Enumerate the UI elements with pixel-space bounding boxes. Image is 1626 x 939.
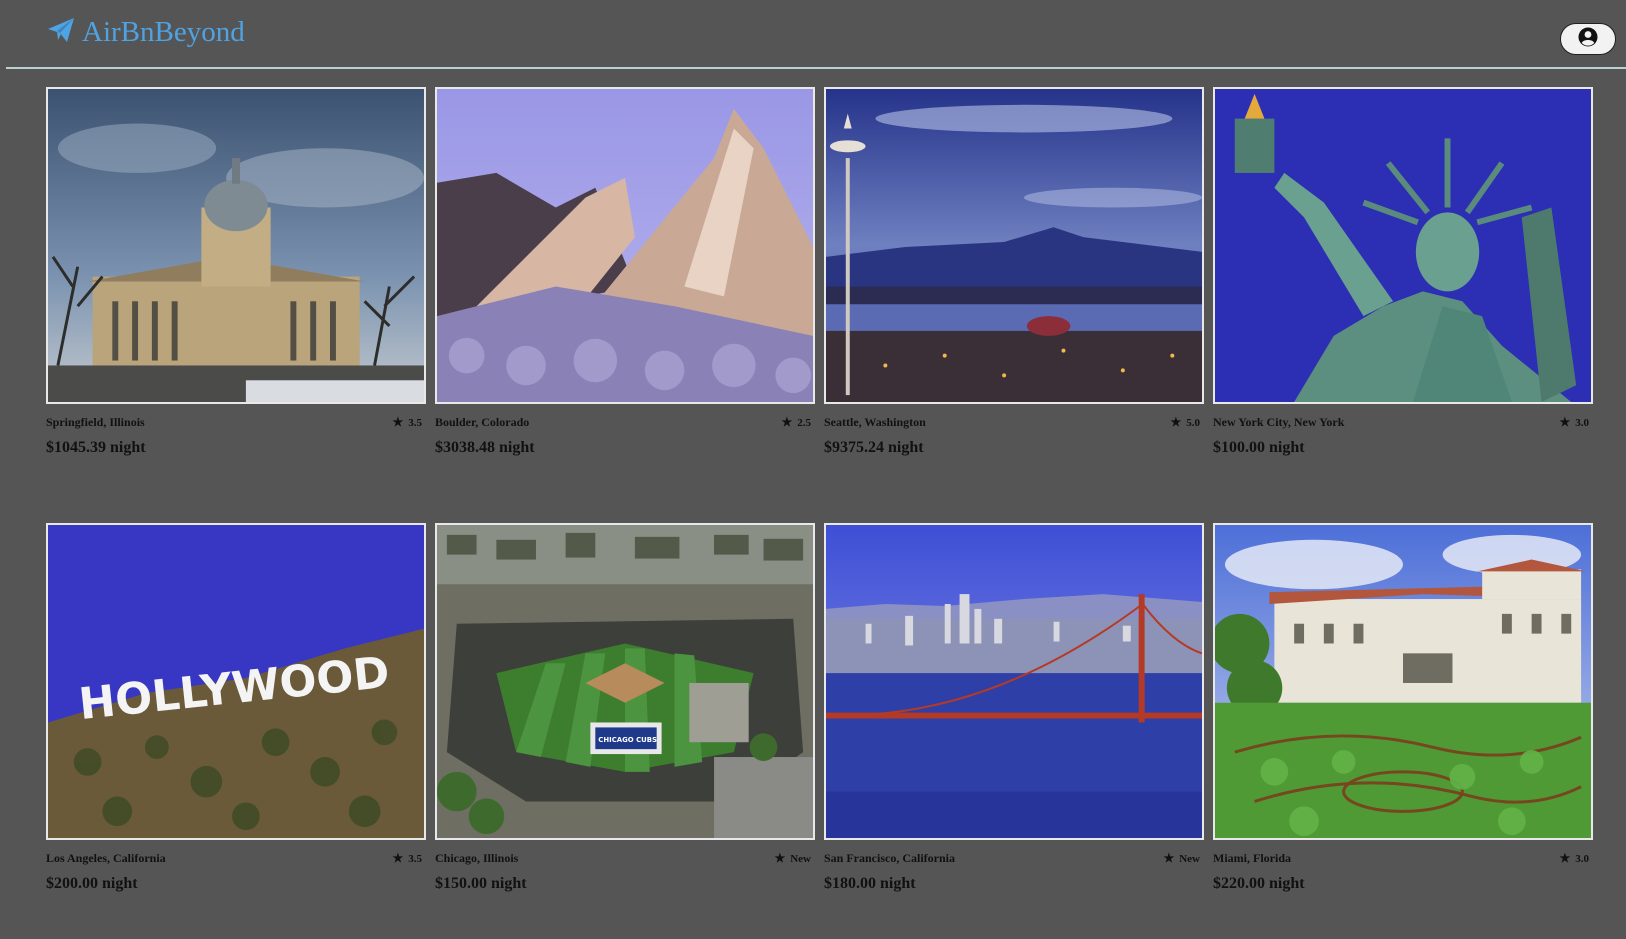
scoreboard-text: CHICAGO CUBS [598,736,657,744]
rating-value: 3.5 [408,416,422,429]
listing-card[interactable]: Miami, Florida ★ 3.0 $220.00 night [1213,523,1593,893]
listing-meta: San Francisco, California ★ New [824,851,1204,866]
star-icon: ★ [774,851,786,865]
listing-rating: ★ New [1163,851,1200,866]
app-title: AirBnBeyond [82,16,245,48]
listing-card[interactable]: Seattle, Washington ★ 5.0 $9375.24 night [824,87,1204,457]
listing-meta: Boulder, Colorado ★ 2.5 [435,415,815,430]
listing-meta: New York City, New York ★ 3.0 [1213,415,1593,430]
listing-location: New York City, New York [1213,415,1345,429]
listing-card[interactable]: HOLLYWOOD Los Angeles, California ★ 3.5 … [46,523,426,893]
listing-meta: Seattle, Washington ★ 5.0 [824,415,1204,430]
rating-value: 3.0 [1575,852,1589,865]
listing-rating: ★ 3.0 [1559,415,1589,430]
listing-location: Chicago, Illinois [435,851,519,865]
listing-location: Boulder, Colorado [435,415,530,429]
profile-button[interactable] [1560,23,1616,55]
listing-meta: Springfield, Illinois ★ 3.5 [46,415,426,430]
listing-photo[interactable]: CHICAGO CUBS [435,523,815,840]
star-icon: ★ [392,415,404,429]
listing-photo[interactable]: HOLLYWOOD [46,523,426,840]
listing-rating: ★ 5.0 [1170,415,1200,430]
listing-price: $3038.48 night [435,439,535,456]
listing-card[interactable]: CHICAGO CUBS Chicago, Illinois ★ New $15… [435,523,815,893]
listing-price: $150.00 night [435,875,527,892]
rating-value: New [790,852,811,865]
rating-value: 3.0 [1575,416,1589,429]
rating-value: 2.5 [797,416,811,429]
listing-rating: ★ 3.5 [392,851,422,866]
listing-price: $100.00 night [1213,439,1305,456]
star-icon: ★ [1559,415,1571,429]
listing-location: Springfield, Illinois [46,415,145,429]
paper-plane-icon [46,15,82,50]
listing-location: Seattle, Washington [824,415,926,429]
rating-value: New [1179,852,1200,865]
listing-rating: ★ 2.5 [781,415,811,430]
listing-card[interactable]: New York City, New York ★ 3.0 $100.00 ni… [1213,87,1593,457]
listing-price: $1045.39 night [46,439,146,456]
listing-photo[interactable] [46,87,426,404]
listing-location: San Francisco, California [824,851,955,865]
listing-price: $200.00 night [46,875,138,892]
listing-location: Miami, Florida [1213,851,1291,865]
listing-price: $9375.24 night [824,439,924,456]
listing-photo[interactable] [1213,523,1593,840]
listing-meta: Los Angeles, California ★ 3.5 [46,851,426,866]
listing-price: $180.00 night [824,875,916,892]
listing-price: $220.00 night [1213,875,1305,892]
star-icon: ★ [781,415,793,429]
rating-value: 5.0 [1186,416,1200,429]
star-icon: ★ [392,851,404,865]
listing-card[interactable]: Boulder, Colorado ★ 2.5 $3038.48 night [435,87,815,457]
listing-photo[interactable] [435,87,815,404]
rating-value: 3.5 [408,852,422,865]
listing-card[interactable]: San Francisco, California ★ New $180.00 … [824,523,1204,893]
star-icon: ★ [1170,415,1182,429]
star-icon: ★ [1163,851,1175,865]
listing-rating: ★ 3.0 [1559,851,1589,866]
listing-photo[interactable] [1213,87,1593,404]
star-icon: ★ [1559,851,1571,865]
listing-card[interactable]: Springfield, Illinois ★ 3.5 $1045.39 nig… [46,87,426,457]
listing-rating: ★ 3.5 [392,415,422,430]
top-nav: AirBnBeyond [6,0,1626,69]
listing-photo[interactable] [824,523,1204,840]
listing-rating: ★ New [774,851,811,866]
listing-location: Los Angeles, California [46,851,166,865]
user-circle-icon [1578,27,1598,52]
listing-meta: Miami, Florida ★ 3.0 [1213,851,1593,866]
listing-meta: Chicago, Illinois ★ New [435,851,815,866]
listing-photo[interactable] [824,87,1204,404]
brand-logo[interactable]: AirBnBeyond [46,15,245,50]
